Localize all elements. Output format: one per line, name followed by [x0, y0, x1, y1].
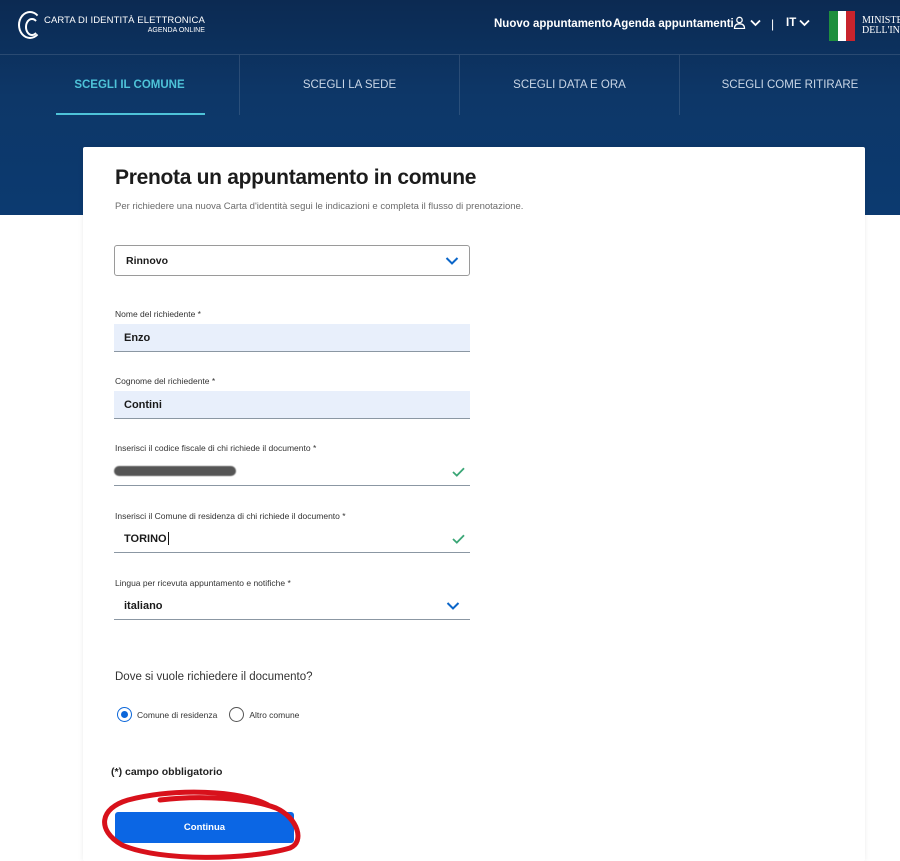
radio-other-municipality[interactable] — [229, 707, 245, 722]
tax-code-label: Inserisci il codice fiscale di chi richi… — [115, 443, 317, 453]
step-choose-municipality[interactable]: SCEGLI IL COMUNE — [20, 55, 240, 115]
site-logo[interactable]: CARTA DI IDENTITÀ ELETTRONICA AGENDA ONL… — [18, 11, 205, 39]
radio-residence-municipality[interactable] — [117, 707, 132, 722]
redacted-tax-code — [114, 466, 236, 476]
chevron-down-icon — [445, 256, 459, 265]
first-name-field[interactable]: Enzo — [114, 324, 470, 352]
ministry-line-2: DELL'IN — [862, 25, 900, 36]
chevron-down-icon — [799, 19, 810, 27]
tax-code-field[interactable] — [114, 458, 470, 486]
check-icon — [452, 534, 465, 544]
nav-new-appointment[interactable]: Nuovo appuntamento — [494, 18, 612, 30]
top-bar: CARTA DI IDENTITÀ ELETTRONICA AGENDA ONL… — [0, 0, 900, 55]
ministry-logo[interactable]: MINISTE DELL'IN — [829, 11, 900, 41]
request-type-value: Rinnovo — [126, 254, 168, 267]
language-select-value: italiano — [124, 599, 163, 612]
language-selector[interactable]: IT — [786, 17, 810, 29]
chevron-down-icon — [750, 19, 761, 26]
municipality-label: Inserisci il Comune di residenza di chi … — [115, 511, 346, 521]
location-radio-group: Comune di residenza Altro comune — [117, 707, 311, 722]
text-cursor — [167, 532, 169, 545]
continue-button[interactable]: Continua — [115, 812, 294, 843]
last-name-label: Cognome del richiedente * — [115, 376, 216, 386]
chevron-down-icon — [446, 601, 460, 610]
step-choose-office[interactable]: SCEGLI LA SEDE — [240, 55, 460, 115]
check-icon — [452, 467, 465, 477]
first-name-value: Enzo — [124, 331, 151, 344]
logo-icon — [18, 11, 42, 39]
logo-title: CARTA DI IDENTITÀ ELETTRONICA — [44, 14, 205, 26]
page-title: Prenota un appuntamento in comune — [115, 166, 477, 189]
header-separator: | — [771, 17, 775, 31]
municipality-value: TORINO — [124, 532, 167, 545]
ministry-emblem — [829, 11, 856, 41]
first-name-label: Nome del richiedente * — [115, 309, 201, 319]
language-label: IT — [786, 17, 797, 29]
page-subtitle: Per richiedere una nuova Carta d'identit… — [115, 201, 524, 212]
location-question: Dove si vuole richiedere il documento? — [115, 671, 313, 683]
required-field-note: (*) campo obbligatorio — [111, 766, 223, 778]
step-choose-pickup[interactable]: SCEGLI COME RITIRARE — [680, 55, 900, 115]
notification-language-select[interactable]: italiano — [114, 592, 470, 620]
radio-other-label[interactable]: Altro comune — [249, 710, 299, 720]
stepper: SCEGLI IL COMUNE SCEGLI LA SEDE SCEGLI D… — [20, 55, 900, 115]
logo-subtitle: AGENDA ONLINE — [147, 27, 205, 35]
request-type-select[interactable]: Rinnovo — [114, 245, 470, 276]
language-select-label: Lingua per ricevuta appuntamento e notif… — [115, 578, 291, 588]
booking-form-card: Prenota un appuntamento in comune Per ri… — [83, 147, 865, 861]
radio-residence-label[interactable]: Comune di residenza — [137, 710, 217, 720]
nav-appointments-agenda[interactable]: Agenda appuntamenti — [613, 18, 734, 30]
user-icon — [733, 16, 746, 29]
municipality-field[interactable]: TORINO — [114, 525, 470, 553]
step-choose-date-time[interactable]: SCEGLI DATA E ORA — [460, 55, 680, 115]
last-name-value: Contini — [124, 398, 162, 411]
last-name-field[interactable]: Contini — [114, 391, 470, 419]
user-menu[interactable] — [733, 16, 761, 29]
